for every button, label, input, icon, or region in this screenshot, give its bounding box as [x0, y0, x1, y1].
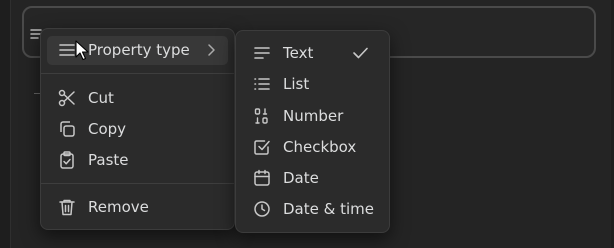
paste-label: Paste: [88, 151, 129, 169]
type-option-text[interactable]: Text: [242, 39, 383, 68]
date-time-label: Date & time: [283, 200, 374, 218]
remove-label: Remove: [88, 198, 149, 216]
type-option-date[interactable]: Date: [242, 164, 383, 193]
type-option-checkbox[interactable]: Checkbox: [242, 133, 383, 162]
checkbox-label: Checkbox: [283, 138, 357, 156]
trash-icon: [58, 198, 76, 216]
checkmark-icon: [352, 45, 369, 61]
date-label: Date: [283, 169, 319, 187]
mouse-cursor-icon: [75, 40, 89, 61]
scissors-icon: [58, 89, 76, 107]
text-lines-icon: [253, 44, 271, 62]
list-label: List: [283, 75, 310, 93]
menu-separator: [41, 73, 234, 74]
number-label: Number: [283, 107, 344, 125]
type-option-number[interactable]: Number: [242, 102, 383, 131]
calendar-icon: [253, 169, 271, 187]
menu-item-remove[interactable]: Remove: [47, 193, 228, 222]
clipboard-check-icon: [58, 151, 76, 169]
menu-item-copy[interactable]: Copy: [47, 115, 228, 144]
text-label: Text: [283, 44, 314, 62]
type-option-date-time[interactable]: Date & time: [242, 195, 383, 224]
menu-item-cut[interactable]: Cut: [47, 84, 228, 113]
copy-label: Copy: [88, 120, 127, 138]
property-type-submenu: Text List Number Checkbox Date Date & ti…: [235, 30, 390, 233]
context-menu: Property type Cut Copy Paste Remove: [40, 28, 235, 230]
menu-item-paste[interactable]: Paste: [47, 146, 228, 175]
list-icon: [253, 75, 271, 93]
clock-icon: [253, 200, 271, 218]
checkbox-icon: [253, 138, 271, 156]
menu-separator: [41, 183, 234, 184]
chevron-right-icon: [206, 42, 216, 58]
align-left-icon: [58, 41, 76, 59]
cut-label: Cut: [88, 89, 114, 107]
property-type-label: Property type: [88, 41, 190, 59]
binary-icon: [253, 107, 271, 125]
copy-icon: [58, 120, 76, 138]
type-option-list[interactable]: List: [242, 70, 383, 99]
